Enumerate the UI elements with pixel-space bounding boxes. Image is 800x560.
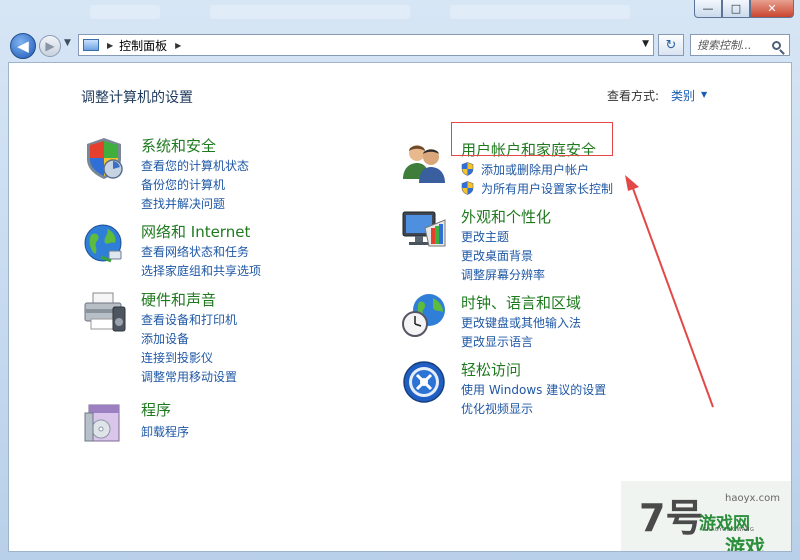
- globe-network-icon[interactable]: [81, 221, 127, 267]
- uac-shield-icon: [461, 162, 474, 176]
- search-input[interactable]: 搜索控制...: [697, 37, 772, 53]
- uac-shield-icon: [461, 181, 474, 195]
- category-title-programs[interactable]: 程序: [141, 399, 171, 420]
- category-title-clock-language-region[interactable]: 时钟、语言和区域: [461, 292, 581, 313]
- shield-icon[interactable]: [81, 135, 127, 181]
- users-icon[interactable]: [401, 139, 447, 185]
- link-parental-controls[interactable]: 为所有用户设置家长控制: [481, 180, 613, 197]
- refresh-icon: ↻: [665, 37, 677, 53]
- category-title-appearance[interactable]: 外观和个性化: [461, 206, 551, 227]
- category-title-hardware-sound[interactable]: 硬件和声音: [141, 289, 216, 310]
- view-by-dropdown[interactable]: 类别: [671, 87, 695, 104]
- view-by-label: 查看方式:: [607, 89, 660, 103]
- category-network-internet: 网络和 Internet 查看网络状态和任务 选择家庭组和共享选项: [81, 221, 361, 281]
- programs-icon[interactable]: [81, 399, 127, 445]
- refresh-button[interactable]: ↻: [658, 34, 684, 56]
- watermark: 7号 haoyx.com 游戏网 7HAOYOUXIWANG 游戏: [621, 481, 791, 552]
- ease-of-access-icon[interactable]: [401, 359, 447, 405]
- recent-pages-button[interactable]: ▼: [64, 38, 71, 48]
- close-button[interactable]: ✕: [750, 0, 794, 18]
- chevron-down-icon: ▼: [64, 38, 71, 48]
- link-add-device[interactable]: 添加设备: [141, 330, 189, 347]
- link-connect-projector[interactable]: 连接到投影仪: [141, 349, 213, 366]
- chevron-down-icon[interactable]: ▼: [701, 90, 707, 99]
- forward-button[interactable]: ▶: [39, 35, 61, 57]
- maximize-icon: □: [730, 2, 742, 15]
- link-devices-printers[interactable]: 查看设备和打印机: [141, 311, 237, 328]
- category-hardware-sound: 硬件和声音 查看设备和打印机 添加设备 连接到投影仪 调整常用移动设置: [81, 289, 361, 384]
- annotation-arrow: [625, 175, 714, 408]
- close-icon: ✕: [767, 2, 777, 15]
- link-view-computer-status[interactable]: 查看您的计算机状态: [141, 157, 249, 174]
- watermark-bottom: 游戏: [725, 535, 765, 552]
- monitor-palette-icon[interactable]: [401, 206, 447, 252]
- breadcrumb-separator-icon[interactable]: ▶: [107, 41, 113, 50]
- category-title-system-security[interactable]: 系统和安全: [141, 135, 216, 156]
- link-change-input-method[interactable]: 更改键盘或其他输入法: [461, 314, 581, 331]
- category-system-security: 系统和安全 查看您的计算机状态 备份您的计算机 查找并解决问题: [81, 135, 361, 215]
- link-mobility-settings[interactable]: 调整常用移动设置: [141, 368, 237, 385]
- maximize-button[interactable]: □: [722, 0, 750, 18]
- search-box[interactable]: 搜索控制...: [690, 34, 790, 56]
- link-change-display-language[interactable]: 更改显示语言: [461, 333, 533, 350]
- search-icon[interactable]: [772, 40, 781, 50]
- category-title-ease-of-access[interactable]: 轻松访问: [461, 359, 521, 380]
- watermark-number: 7号: [639, 496, 704, 540]
- title-bar-ghost: [450, 5, 630, 19]
- link-screen-resolution[interactable]: 调整屏幕分辨率: [461, 266, 545, 283]
- category-title-network-internet[interactable]: 网络和 Internet: [141, 221, 250, 242]
- link-network-status[interactable]: 查看网络状态和任务: [141, 243, 249, 260]
- address-bar[interactable]: ▶ 控制面板 ▶ ▼: [78, 34, 654, 56]
- printer-icon[interactable]: [81, 289, 127, 335]
- title-bar-ghost: [210, 5, 410, 19]
- minimize-icon: —: [702, 2, 714, 15]
- link-change-theme[interactable]: 更改主题: [461, 228, 509, 245]
- link-recommended-settings[interactable]: 使用 Windows 建议的设置: [461, 381, 606, 398]
- link-add-remove-user[interactable]: 添加或删除用户帐户: [481, 161, 589, 178]
- link-troubleshoot[interactable]: 查找并解决问题: [141, 195, 225, 212]
- link-homegroup-sharing[interactable]: 选择家庭组和共享选项: [141, 262, 261, 279]
- category-programs: 程序 卸载程序: [81, 399, 361, 445]
- back-arrow-icon: ◀: [17, 37, 29, 55]
- forward-arrow-icon: ▶: [45, 39, 55, 53]
- link-change-desktop-background[interactable]: 更改桌面背景: [461, 247, 533, 264]
- back-button[interactable]: ◀: [10, 33, 36, 59]
- control-panel-content: 调整计算机的设置 查看方式: 类别 ▼ 系统和安全 查看您的计算机状态 备份您的…: [8, 62, 792, 552]
- highlight-box: [451, 122, 613, 156]
- address-dropdown-icon[interactable]: ▼: [642, 39, 649, 49]
- navigation-bar: ◀ ▶ ▼ ▶ 控制面板 ▶ ▼ ↻ 搜索控制...: [0, 30, 800, 62]
- breadcrumb-separator-icon[interactable]: ▶: [175, 41, 181, 50]
- link-optimize-video-display[interactable]: 优化视频显示: [461, 400, 533, 417]
- minimize-button[interactable]: —: [694, 0, 722, 18]
- watermark-site: haoyx.com: [725, 493, 780, 504]
- window-frame: — □ ✕ ◀ ▶ ▼ ▶ 控制面板 ▶ ▼ ↻ 搜索控制... 调整计算机的设…: [0, 0, 800, 560]
- title-bar[interactable]: — □ ✕: [0, 0, 800, 30]
- clock-globe-icon[interactable]: [401, 292, 447, 338]
- link-uninstall-program[interactable]: 卸载程序: [141, 423, 189, 440]
- page-title: 调整计算机的设置: [81, 90, 193, 106]
- title-bar-ghost: [90, 5, 160, 19]
- control-panel-icon: [83, 39, 99, 51]
- window-controls: — □ ✕: [694, 0, 794, 18]
- breadcrumb-item-control-panel[interactable]: 控制面板: [119, 37, 167, 54]
- link-backup-computer[interactable]: 备份您的计算机: [141, 176, 225, 193]
